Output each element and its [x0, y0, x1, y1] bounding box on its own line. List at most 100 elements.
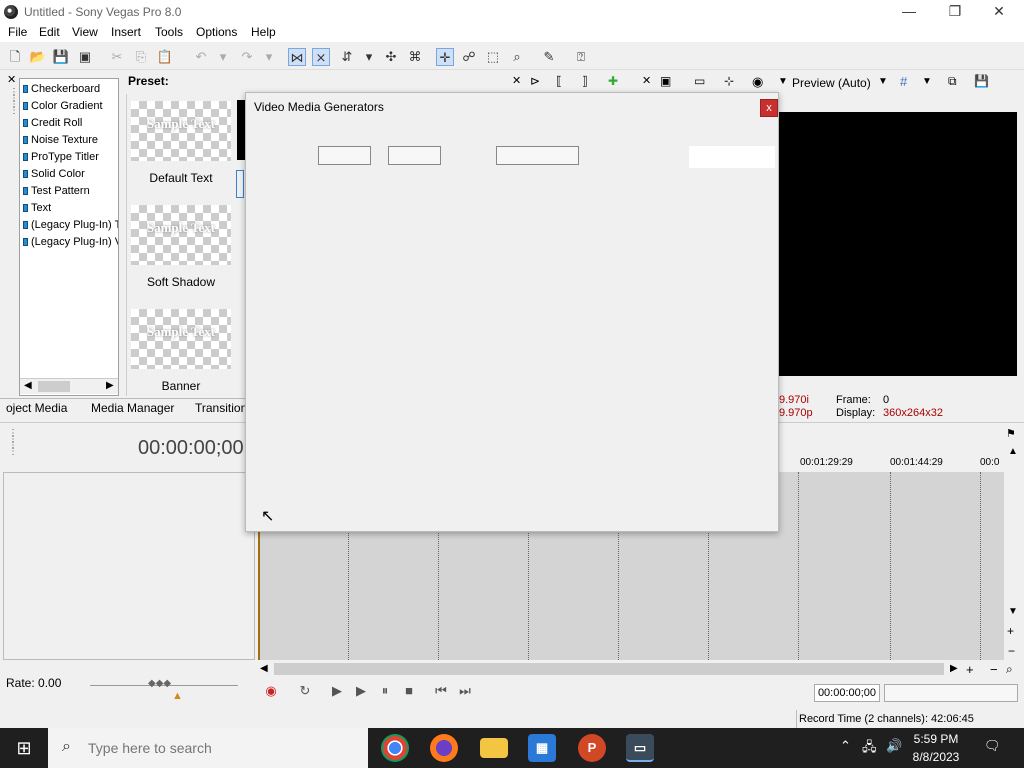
list-item[interactable]: Test Pattern — [23, 185, 118, 197]
scroll-left-icon[interactable]: ◀ — [260, 663, 268, 674]
menu-file[interactable]: File — [8, 25, 27, 39]
zoom-in-vertical-icon[interactable]: + — [1007, 624, 1014, 638]
tab-project-media[interactable]: oject Media — [6, 401, 67, 415]
preview-quality-icon[interactable]: ◉ — [752, 74, 763, 90]
volume-icon[interactable]: 🔊 — [886, 738, 902, 754]
list-item[interactable]: Text — [23, 202, 118, 214]
timeline-grip-icon[interactable]: ⋮ ⋮ ⋮ ⋮ — [8, 429, 18, 457]
list-item[interactable]: Solid Color — [23, 168, 118, 180]
network-icon[interactable]: 🖧 — [862, 738, 877, 760]
loop-playback-icon[interactable]: ↻ — [296, 682, 314, 700]
minimize-button[interactable]: — — [886, 0, 932, 24]
overlays-dropdown-icon[interactable]: ▼ — [922, 76, 932, 87]
preview-mode[interactable]: Preview (Auto) — [792, 76, 871, 90]
redo-icon[interactable]: ↷ — [238, 48, 256, 66]
powerpoint-icon[interactable]: P — [578, 734, 606, 762]
preset-thumbnail[interactable]: Sample Text — [131, 309, 231, 369]
zoom-tool-icon[interactable]: ⌕ — [508, 48, 526, 66]
menu-help[interactable]: Help — [251, 25, 276, 39]
paste-icon[interactable]: 📋 — [156, 48, 174, 66]
list-item[interactable]: (Legacy Plug-In) T — [23, 219, 118, 231]
scroll-thumb[interactable] — [274, 663, 944, 675]
ignore-grouping-icon[interactable]: ⌘ — [406, 48, 424, 66]
render-icon[interactable]: ✎ — [540, 48, 558, 66]
list-item[interactable]: Noise Texture — [23, 134, 118, 146]
menu-view[interactable]: View — [72, 25, 98, 39]
open-folder-icon[interactable]: 📂 — [29, 48, 47, 66]
preset-thumbnail[interactable]: Sample Text — [131, 101, 231, 161]
show-hidden-icons-icon[interactable]: ⌃ — [840, 738, 851, 754]
preset-thumbnail[interactable]: Sample Text — [131, 205, 231, 265]
time-ruler[interactable]: 00:01:29:29 00:01:44:29 00:0 — [780, 455, 1008, 471]
normal-edit-tool-icon[interactable]: ✛ — [436, 48, 454, 66]
cut-icon[interactable]: ✂ — [108, 48, 126, 66]
dialog-field[interactable] — [318, 146, 371, 165]
ripple-edit-icon[interactable]: ⇵ — [338, 48, 356, 66]
list-item[interactable]: Checkerboard — [23, 83, 118, 95]
zoom-in-icon[interactable]: + — [966, 662, 974, 677]
scroll-left-icon[interactable]: ◀ — [24, 380, 32, 391]
scroll-down-icon[interactable]: ▼ — [1008, 606, 1018, 617]
record-icon[interactable]: ◉ — [262, 682, 280, 700]
file-explorer-icon[interactable] — [480, 738, 508, 758]
list-item[interactable]: Credit Roll — [23, 117, 118, 129]
play-icon[interactable]: ▶ — [352, 682, 370, 700]
menu-edit[interactable]: Edit — [39, 25, 60, 39]
vertical-scrollbar[interactable]: ▲ ▼ + − — [1005, 444, 1021, 660]
list-item[interactable]: (Legacy Plug-In) V — [23, 236, 118, 248]
copy-snapshot-icon[interactable]: ⧉ — [948, 74, 957, 89]
preview-mode-dropdown-icon[interactable]: ▼ — [878, 76, 888, 87]
trim-out-icon[interactable]: ⟧ — [582, 74, 588, 88]
lock-envelopes-icon[interactable]: ✣ — [382, 48, 400, 66]
list-item[interactable]: Color Gradient — [23, 100, 118, 112]
search-input[interactable] — [88, 738, 358, 758]
menu-insert[interactable]: Insert — [111, 25, 141, 39]
panel-close-icon[interactable]: ✕ — [7, 73, 16, 86]
selection-length[interactable] — [884, 684, 1018, 702]
windows-start-icon[interactable]: ⊞ — [0, 728, 48, 768]
preview-properties-icon[interactable]: ▣ — [660, 74, 671, 88]
undo-icon[interactable]: ↶ — [192, 48, 210, 66]
add-track-icon[interactable]: ✚ — [608, 74, 618, 88]
properties-icon[interactable]: ▣ — [76, 48, 94, 66]
rate-slider-thumb[interactable]: ▲ — [172, 690, 183, 702]
dialog-field[interactable] — [388, 146, 441, 165]
zoom-out-vertical-icon[interactable]: − — [1008, 644, 1015, 658]
auto-crossfade-icon[interactable]: ⨯ — [312, 48, 330, 66]
zoom-tool-icon[interactable]: ⌕ — [1006, 662, 1013, 677]
scroll-right-icon[interactable]: ▶ — [950, 663, 958, 674]
copy-icon[interactable]: ⎘ — [132, 48, 150, 66]
preset-selection[interactable] — [236, 170, 244, 198]
scroll-up-icon[interactable]: ▲ — [1008, 446, 1018, 457]
tab-media-manager[interactable]: Media Manager — [91, 401, 174, 415]
menu-tools[interactable]: Tools — [155, 25, 183, 39]
external-monitor-icon[interactable]: ▭ — [694, 74, 705, 88]
rate-slider-grip-icon[interactable]: ◆◆◆ — [148, 678, 171, 689]
selection-tool-icon[interactable]: ⬚ — [484, 48, 502, 66]
maximize-button[interactable]: ❐ — [932, 0, 978, 24]
generator-list-scrollbar[interactable]: ◀ ▶ — [20, 378, 118, 394]
go-to-start-icon[interactable]: ⏮ — [432, 682, 450, 700]
go-to-end-icon[interactable]: ⏭ — [456, 682, 474, 700]
preview-close-icon[interactable]: ✕ — [642, 74, 651, 87]
overlays-icon[interactable]: # — [900, 74, 907, 89]
trimmer-icon[interactable]: ⊳ — [530, 74, 540, 88]
trim-in-icon[interactable]: ⟦ — [556, 74, 562, 88]
notifications-icon[interactable]: 🗨 — [984, 738, 1001, 754]
chrome-icon[interactable] — [381, 734, 409, 762]
marker-icon[interactable]: ⚑ — [1006, 427, 1016, 440]
ripple-dropdown-icon[interactable]: ▾ — [360, 48, 378, 66]
vegas-taskbar-icon[interactable]: ▭ — [626, 734, 654, 762]
preview-dropdown-icon[interactable]: ▼ — [778, 76, 788, 87]
redo-dropdown-icon[interactable]: ▾ — [260, 48, 278, 66]
stop-icon[interactable]: ■ — [400, 682, 418, 700]
horizontal-scrollbar[interactable]: ◀ ▶ — [258, 661, 962, 677]
whats-this-icon[interactable]: ⍰ — [572, 48, 590, 66]
new-file-icon[interactable]: 🗋 — [6, 48, 24, 66]
cursor-position[interactable]: 00:00:00;00 — [814, 684, 880, 702]
zoom-out-icon[interactable]: − — [990, 662, 998, 677]
pause-icon[interactable]: ⏸ — [376, 682, 394, 700]
save-snapshot-icon[interactable]: 💾 — [974, 74, 989, 88]
system-clock[interactable]: 5:59 PM 8/8/2023 — [904, 730, 968, 766]
close-button[interactable]: ✕ — [976, 0, 1022, 24]
